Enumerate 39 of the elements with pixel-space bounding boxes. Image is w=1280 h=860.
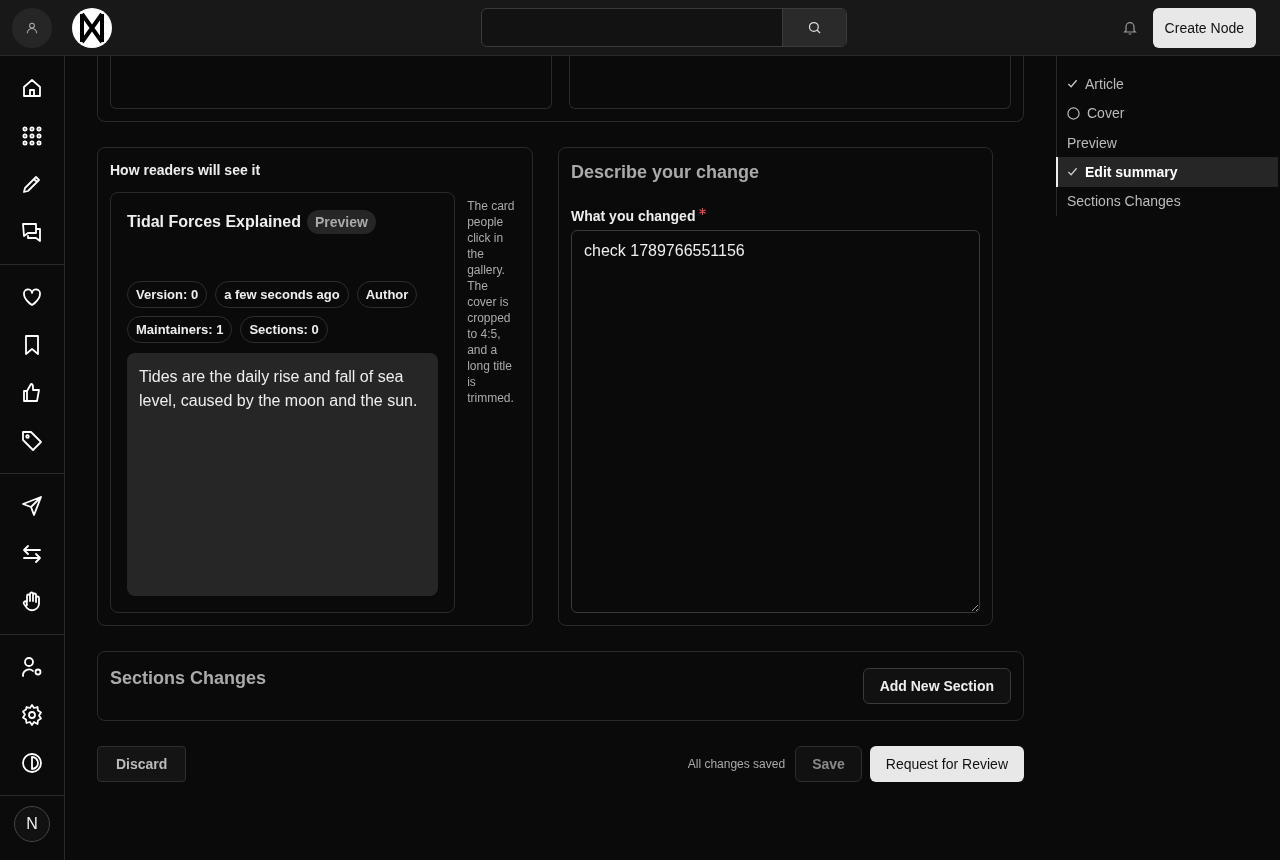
outline-item[interactable]: Preview — [1057, 127, 1278, 158]
tag-icon[interactable] — [20, 429, 44, 453]
request-review-button[interactable]: Request for Review — [869, 746, 1024, 782]
help-text: The card people click in the gallery. The cover is cropped to 4:5, and a long title is trimmed. — [467, 198, 516, 407]
panel-heading: Sections Changes — [110, 668, 267, 689]
check-icon — [1067, 166, 1078, 178]
preview-badge: Preview — [307, 210, 376, 234]
search-button[interactable] — [782, 9, 846, 46]
user-avatar[interactable]: N — [14, 806, 50, 842]
user-gear-icon[interactable] — [20, 655, 44, 679]
outline-item[interactable]: Article — [1057, 69, 1278, 99]
discard-button[interactable]: Discard — [97, 746, 187, 782]
create-node-button[interactable]: Create Node — [1152, 7, 1256, 48]
user-icon — [25, 20, 39, 35]
notification-bell-icon[interactable] — [1121, 19, 1138, 36]
change-input-field[interactable]: check 1789766551156 — [571, 230, 980, 613]
search-field[interactable] — [481, 8, 847, 47]
logo-icon[interactable] — [72, 7, 112, 48]
panel-heading: How readers will see it — [110, 162, 262, 178]
outline-item[interactable]: Edit summary — [1056, 157, 1278, 187]
swap-icon[interactable] — [20, 542, 44, 566]
check-icon — [1067, 78, 1078, 90]
outline-item[interactable]: Sections Changes — [1057, 186, 1278, 217]
field-label: What you changed — [571, 208, 696, 224]
add-section-button[interactable]: Add New Section — [862, 668, 1011, 704]
search-icon — [807, 20, 822, 35]
home-icon[interactable] — [20, 76, 44, 100]
gear-icon[interactable] — [20, 703, 44, 727]
panel-heading: Describe your change — [571, 162, 761, 183]
card-title: Tidal Forces Explained — [127, 213, 301, 231]
send-icon[interactable] — [20, 494, 44, 518]
chat-icon[interactable] — [20, 220, 44, 244]
grid-icon[interactable] — [20, 124, 44, 148]
summary-text: Tides are the daily rise and fall of sea level, caused by the moon and the sun. — [127, 353, 439, 596]
user-button[interactable] — [12, 7, 52, 48]
circle-icon — [1067, 106, 1080, 120]
save-status: All changes saved — [687, 757, 786, 771]
contrast-icon[interactable] — [20, 751, 44, 775]
outline-item[interactable]: Cover — [1057, 98, 1278, 128]
